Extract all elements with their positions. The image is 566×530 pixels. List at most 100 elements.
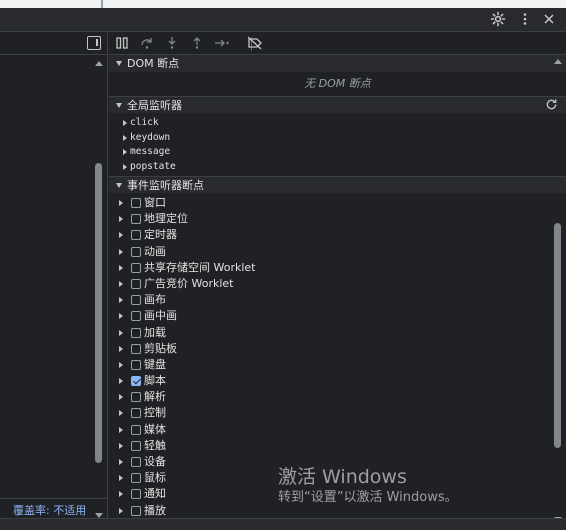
event-category-checkbox[interactable]	[131, 457, 141, 467]
left-toolbar	[0, 33, 107, 55]
collapse-arrow-icon[interactable]	[119, 297, 123, 304]
collapse-arrow-icon[interactable]	[119, 410, 123, 417]
deactivate-breakpoints-icon[interactable]	[247, 36, 263, 52]
event-category-label: 设备	[144, 455, 166, 468]
event-category-row[interactable]: 画布	[109, 292, 566, 308]
toggle-sidebar-icon[interactable]	[87, 36, 101, 50]
event-category-row[interactable]: 轻触	[109, 438, 566, 454]
global-listeners-list: click keydown message popstate	[109, 113, 566, 176]
event-category-row[interactable]: 鼠标	[109, 470, 566, 486]
event-breakpoints-header[interactable]: 事件监听器断点	[109, 176, 566, 193]
event-category-checkbox[interactable]	[131, 473, 141, 484]
collapse-arrow-icon[interactable]	[119, 216, 123, 223]
more-vertical-icon[interactable]	[516, 11, 534, 29]
collapse-arrow-icon[interactable]	[119, 394, 123, 401]
collapse-arrow-icon[interactable]	[119, 475, 123, 482]
collapse-arrow-icon[interactable]	[119, 200, 123, 206]
event-category-row[interactable]: 媒体	[109, 422, 566, 438]
pause-icon[interactable]	[114, 36, 130, 52]
right-scrollbar[interactable]	[553, 58, 563, 530]
event-category-row[interactable]: 脚本	[109, 373, 566, 389]
collapse-arrow-icon[interactable]	[119, 378, 123, 385]
collapse-arrow-icon[interactable]	[119, 232, 123, 239]
expand-arrow-icon	[116, 183, 122, 188]
event-category-row[interactable]: 设备	[109, 454, 566, 470]
event-category-label: 动画	[144, 244, 166, 258]
listener-item[interactable]: popstate	[109, 160, 566, 175]
event-category-checkbox[interactable]	[131, 424, 141, 435]
bottom-bar	[0, 518, 566, 530]
event-category-row[interactable]: 加载	[109, 325, 566, 341]
event-category-row[interactable]: 定时器	[109, 227, 566, 243]
gear-icon[interactable]	[489, 11, 507, 29]
scroll-up-icon[interactable]	[554, 59, 562, 64]
event-category-row[interactable]: 控制	[109, 405, 566, 421]
devtools-titlebar	[0, 8, 566, 32]
event-category-checkbox[interactable]	[131, 262, 141, 273]
right-scrollbar-thumb[interactable]	[554, 223, 561, 448]
collapse-arrow-icon[interactable]	[119, 491, 123, 498]
collapse-arrow-icon[interactable]	[119, 313, 123, 320]
collapse-arrow-icon[interactable]	[119, 426, 123, 433]
left-pane: 覆盖率: 不适用	[0, 33, 108, 530]
event-category-checkbox[interactable]	[131, 505, 141, 516]
event-category-checkbox[interactable]	[131, 214, 141, 225]
event-category-row[interactable]: 窗口	[109, 195, 566, 211]
left-scrollbar-thumb[interactable]	[95, 163, 102, 463]
step-over-icon[interactable]	[139, 36, 155, 52]
event-category-checkbox[interactable]	[131, 246, 141, 257]
event-category-label: 加载	[144, 325, 166, 339]
event-category-checkbox[interactable]	[131, 376, 141, 387]
event-category-label: 画布	[144, 293, 166, 307]
event-category-checkbox[interactable]	[131, 295, 141, 306]
event-category-row[interactable]: 通知	[109, 486, 566, 502]
collapse-arrow-icon[interactable]	[119, 361, 123, 368]
event-category-row[interactable]: 播放	[109, 503, 566, 519]
event-category-checkbox[interactable]	[131, 198, 141, 208]
event-category-checkbox[interactable]	[131, 230, 141, 241]
listener-item[interactable]: click	[109, 116, 566, 131]
event-category-label: 定时器	[144, 228, 177, 242]
listener-item[interactable]: keydown	[109, 131, 566, 146]
event-category-label: 轻触	[144, 438, 166, 452]
event-category-label: 窗口	[144, 196, 166, 209]
left-scrollbar[interactable]	[94, 58, 104, 518]
event-category-row[interactable]: 键盘	[109, 357, 566, 373]
collapse-arrow-icon[interactable]	[119, 442, 123, 449]
dom-breakpoints-header[interactable]: DOM 断点	[109, 55, 566, 72]
event-category-row[interactable]: 画中画	[109, 308, 566, 324]
event-category-label: 控制	[144, 406, 166, 420]
event-category-row[interactable]: 剪贴板	[109, 341, 566, 357]
event-category-label: 地理定位	[144, 212, 188, 226]
event-category-row[interactable]: 广告竞价 Worklet	[109, 276, 566, 292]
event-category-checkbox[interactable]	[131, 343, 141, 354]
event-category-checkbox[interactable]	[131, 440, 141, 451]
event-category-row[interactable]: 共享存储空间 Worklet	[109, 260, 566, 276]
collapse-arrow-icon[interactable]	[119, 507, 123, 514]
event-category-checkbox[interactable]	[131, 278, 141, 289]
coverage-status[interactable]: 覆盖率: 不适用	[0, 498, 107, 518]
event-category-checkbox[interactable]	[131, 408, 141, 419]
collapse-arrow-icon[interactable]	[119, 248, 123, 255]
event-category-row[interactable]: 解析	[109, 389, 566, 405]
collapse-arrow-icon[interactable]	[119, 264, 123, 271]
event-category-row[interactable]: 地理定位	[109, 211, 566, 227]
event-category-checkbox[interactable]	[131, 327, 141, 338]
collapse-arrow-icon[interactable]	[119, 459, 123, 465]
listener-item[interactable]: message	[109, 145, 566, 160]
step-out-icon[interactable]	[189, 36, 205, 52]
collapse-arrow-icon[interactable]	[119, 329, 123, 336]
global-listeners-header[interactable]: 全局监听器	[109, 96, 566, 113]
step-icon[interactable]	[214, 36, 230, 52]
event-category-checkbox[interactable]	[131, 311, 141, 322]
event-category-label: 通知	[144, 487, 166, 501]
event-category-row[interactable]: 动画	[109, 244, 566, 260]
event-category-checkbox[interactable]	[131, 489, 141, 500]
event-category-checkbox[interactable]	[131, 392, 141, 403]
scroll-up-icon[interactable]	[95, 61, 103, 66]
step-into-icon[interactable]	[164, 36, 180, 52]
collapse-arrow-icon[interactable]	[119, 345, 123, 352]
close-icon[interactable]	[540, 11, 558, 29]
event-category-checkbox[interactable]	[131, 359, 141, 370]
collapse-arrow-icon[interactable]	[119, 280, 123, 287]
